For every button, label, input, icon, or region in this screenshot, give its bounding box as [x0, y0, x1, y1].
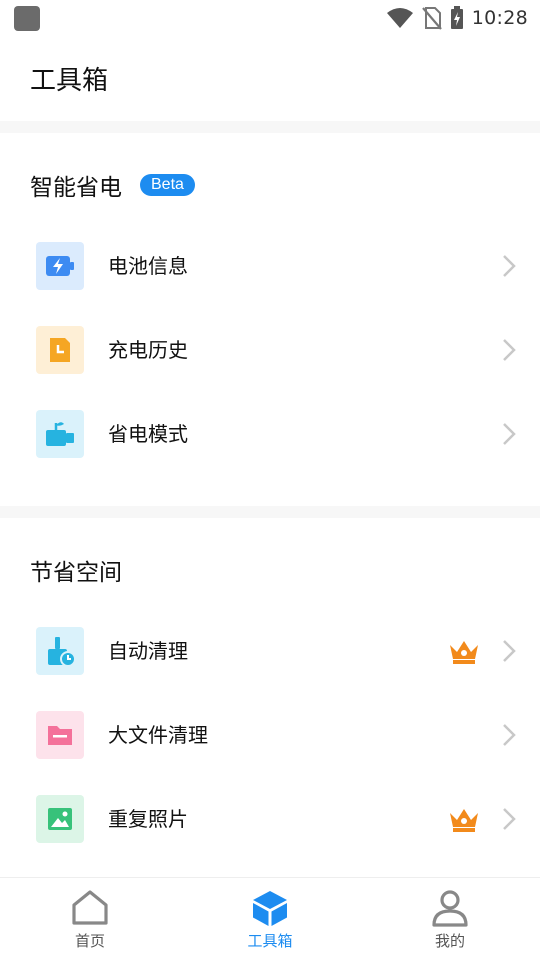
- nav-label: 首页: [74, 932, 105, 950]
- profile-icon: [432, 890, 468, 927]
- photo-icon: [36, 795, 84, 843]
- premium-crown-icon: [450, 641, 478, 664]
- page-title: 工具箱: [30, 66, 109, 96]
- list-item-label: 大文件清理: [108, 723, 208, 747]
- premium-crown-icon: [450, 809, 478, 832]
- battery-charging-icon: [450, 6, 463, 29]
- home-icon: [72, 890, 108, 925]
- list-item-charging-history[interactable]: 充电历史: [0, 308, 540, 392]
- chevron-right-icon: [503, 724, 516, 746]
- list-item-label: 省电模式: [108, 422, 188, 446]
- section-divider: [0, 506, 540, 518]
- toolbox-cube-icon: [253, 891, 287, 926]
- list-item-power-saving-mode[interactable]: 省电模式: [0, 392, 540, 476]
- list-item-label: 充电历史: [108, 338, 188, 362]
- app-notification-icon: [14, 6, 40, 31]
- nav-item-toolbox[interactable]: 工具箱: [180, 878, 360, 960]
- bottom-nav: 首页 工具箱 我的: [0, 877, 540, 960]
- nav-label: 我的: [434, 932, 465, 950]
- nav-label: 工具箱: [247, 932, 293, 950]
- status-time: 10:28: [471, 7, 528, 29]
- beta-badge: Beta: [140, 174, 195, 196]
- nav-item-home[interactable]: 首页: [0, 878, 180, 960]
- no-sim-icon: [421, 7, 442, 30]
- chevron-right-icon: [503, 339, 516, 361]
- list-item-label: 重复照片: [108, 807, 188, 831]
- history-doc-icon: [36, 326, 84, 374]
- chevron-right-icon: [503, 640, 516, 662]
- wifi-icon: [386, 8, 413, 28]
- folder-icon: [36, 711, 84, 759]
- chevron-right-icon: [503, 255, 516, 277]
- section-title-text: 智能省电: [30, 175, 122, 201]
- section-title-text: 节省空间: [30, 560, 122, 586]
- list-item-auto-clean[interactable]: 自动清理: [0, 609, 540, 693]
- battery-icon: [36, 242, 84, 290]
- chevron-right-icon: [503, 808, 516, 830]
- list-item-label: 自动清理: [108, 639, 188, 663]
- status-indicators: 10:28: [386, 4, 528, 32]
- list-item-battery-info[interactable]: 电池信息: [0, 224, 540, 308]
- list-item-label: 电池信息: [108, 254, 188, 278]
- section-title-save-space: 节省空间: [30, 553, 122, 587]
- auto-clean-icon: [36, 627, 84, 675]
- section-divider: [0, 121, 540, 133]
- list-item-large-file-clean[interactable]: 大文件清理: [0, 693, 540, 777]
- nav-item-profile[interactable]: 我的: [360, 878, 540, 960]
- power-saving-icon: [36, 410, 84, 458]
- section-title-power-saving: 智能省电 Beta: [30, 168, 195, 202]
- chevron-right-icon: [503, 423, 516, 445]
- list-item-duplicate-photos[interactable]: 重复照片: [0, 777, 540, 861]
- status-bar: 10:28: [0, 0, 540, 36]
